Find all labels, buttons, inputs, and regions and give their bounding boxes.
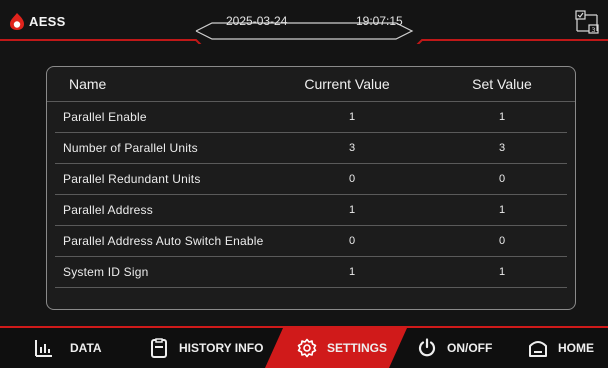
column-header-current-value: Current Value bbox=[304, 76, 390, 92]
header-frame bbox=[0, 22, 608, 44]
row-name: Parallel Address Auto Switch Enable bbox=[63, 233, 264, 248]
nav-history-info-button[interactable]: HISTORY INFO bbox=[149, 328, 263, 368]
table-row[interactable]: Parallel Address Auto Switch Enable 0 0 bbox=[55, 225, 567, 257]
row-name: System ID Sign bbox=[63, 264, 149, 279]
row-name: Parallel Enable bbox=[63, 109, 147, 124]
column-header-set-value: Set Value bbox=[472, 76, 532, 92]
clipboard-icon bbox=[151, 338, 167, 358]
row-current-value: 1 bbox=[348, 110, 356, 123]
gear-icon bbox=[297, 338, 317, 358]
table-row[interactable]: System ID Sign 1 1 bbox=[55, 256, 567, 288]
row-current-value: 0 bbox=[348, 172, 356, 185]
row-set-value[interactable]: 0 bbox=[447, 163, 557, 194]
column-header-name: Name bbox=[69, 76, 107, 92]
table-header: Name Current Value Set Value bbox=[47, 67, 575, 102]
row-name: Parallel Address bbox=[63, 202, 153, 217]
table-row[interactable]: Number of Parallel Units 3 3 bbox=[55, 132, 567, 164]
row-current-value: 3 bbox=[348, 141, 356, 154]
top-bar: AESS 2025-03-24 19:07:15 3 bbox=[0, 0, 608, 44]
row-current-value: 0 bbox=[348, 234, 356, 247]
row-set-value[interactable]: 0 bbox=[447, 225, 557, 256]
svg-text:3: 3 bbox=[591, 26, 595, 34]
nav-settings-label: SETTINGS bbox=[327, 341, 388, 355]
header-date: 2025-03-24 bbox=[226, 14, 288, 28]
row-name: Parallel Redundant Units bbox=[63, 171, 201, 186]
nav-on-off-label: ON/OFF bbox=[447, 341, 493, 355]
row-set-value[interactable]: 1 bbox=[447, 194, 557, 225]
row-current-value: 1 bbox=[348, 203, 356, 216]
parallel-settings-table: Name Current Value Set Value Parallel En… bbox=[46, 66, 576, 310]
parallel-units-icon[interactable]: 3 bbox=[575, 10, 599, 34]
brand-logo: AESS bbox=[9, 11, 66, 31]
bar-chart-icon bbox=[35, 340, 52, 357]
bottom-nav: DATA HISTORY INFO SETTINGS ON/OFF HOME bbox=[0, 326, 608, 368]
nav-data-button[interactable]: DATA bbox=[34, 328, 102, 368]
row-current-value: 1 bbox=[348, 265, 356, 278]
power-icon bbox=[418, 338, 436, 357]
nav-home-button[interactable]: HOME bbox=[528, 328, 594, 368]
table-row[interactable]: Parallel Address 1 1 bbox=[55, 194, 567, 226]
home-icon bbox=[529, 341, 547, 357]
brand-name: AESS bbox=[29, 13, 66, 29]
nav-on-off-button[interactable]: ON/OFF bbox=[417, 328, 492, 368]
row-name: Number of Parallel Units bbox=[63, 140, 198, 155]
row-set-value[interactable]: 1 bbox=[447, 256, 557, 287]
nav-home-label: HOME bbox=[558, 341, 594, 355]
nav-data-label: DATA bbox=[70, 341, 102, 355]
nav-history-info-label: HISTORY INFO bbox=[179, 341, 264, 355]
header-time: 19:07:15 bbox=[356, 14, 403, 28]
table-row[interactable]: Parallel Enable 1 1 bbox=[55, 101, 567, 133]
row-set-value[interactable]: 1 bbox=[447, 101, 557, 132]
flame-icon bbox=[10, 12, 24, 30]
row-set-value[interactable]: 3 bbox=[447, 132, 557, 163]
nav-settings-button[interactable]: SETTINGS bbox=[297, 328, 387, 368]
table-row[interactable]: Parallel Redundant Units 0 0 bbox=[55, 163, 567, 195]
